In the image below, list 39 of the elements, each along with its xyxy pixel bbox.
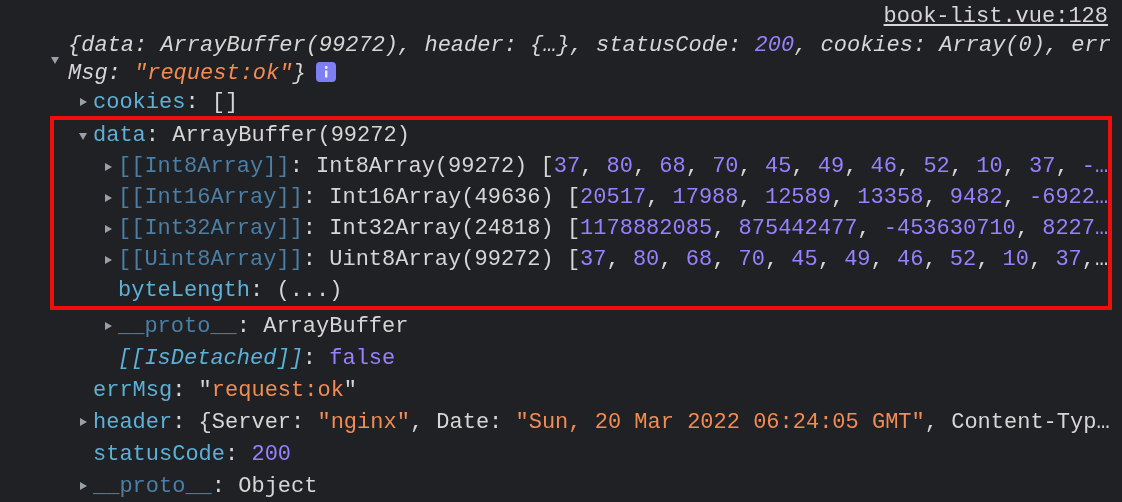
property-value: : Object xyxy=(211,473,318,499)
console-message: {data: ArrayBuffer(99272), header: {…}, statusCode: 200, cookies: Array(0), errMsg: "request:ok"} xyxy=(68,32,1112,88)
property-value: : {Server: "nginx", Date: "Sun, 20 Mar 2022 06:24:05 GMT", Content-Typ… xyxy=(172,409,1110,435)
expand-arrow-icon[interactable] xyxy=(103,254,113,265)
expand-arrow-icon[interactable] xyxy=(78,97,88,107)
property-value: : [] xyxy=(185,89,239,115)
property-value: : 200 xyxy=(225,441,292,467)
property-value: : ArrayBuffer xyxy=(236,313,409,339)
property-key: errMsg xyxy=(93,377,173,403)
expand-arrow-icon[interactable] xyxy=(103,321,113,331)
property-value: : false xyxy=(302,345,396,371)
property-value: : Uint8Array(99272) [37, 80, 68, 70, 45, 49, 46, 52, 10, 37,… xyxy=(302,247,1109,272)
expand-arrow-icon[interactable] xyxy=(50,55,60,65)
info-icon[interactable] xyxy=(315,62,336,82)
property-key: header xyxy=(93,409,173,435)
property-key: byteLength xyxy=(118,278,251,303)
property-value: : "request:ok" xyxy=(172,377,358,403)
expand-arrow-icon[interactable] xyxy=(103,161,113,172)
expand-arrow-icon[interactable] xyxy=(103,223,113,234)
property-key: [[Uint8Array]] xyxy=(118,247,303,272)
property-key: [[Int8Array]] xyxy=(118,154,290,179)
property-key: __proto__ xyxy=(93,473,212,499)
property-key: cookies xyxy=(93,89,186,115)
property-value: : (...) xyxy=(250,278,343,303)
property-key: [[Int16Array]] xyxy=(118,185,303,210)
property-value: : Int8Array(99272) [37, 80, 68, 70, 45, 49, 46, 52, 10, 37, -… xyxy=(289,154,1109,179)
source-link[interactable]: book-list.vue:128 xyxy=(883,4,1108,30)
expand-arrow-icon[interactable] xyxy=(103,192,113,203)
expand-arrow-icon[interactable] xyxy=(78,130,88,141)
property-key: [[Int32Array]] xyxy=(118,216,303,241)
property-key: __proto__ xyxy=(118,313,237,339)
expand-arrow-icon[interactable] xyxy=(78,417,88,427)
property-value: : ArrayBuffer(99272) xyxy=(145,123,410,148)
property-key: data xyxy=(93,123,146,148)
property-value: : Int16Array(49636) [20517, 17988, 12589, 13358, 9482, -6922… xyxy=(302,185,1109,210)
property-key: statusCode xyxy=(93,441,226,467)
expand-arrow-icon[interactable] xyxy=(78,481,88,491)
property-value: : Int32Array(24818) [1178882085, 875442477, -453630710, 8227… xyxy=(302,216,1109,241)
property-key: [[IsDetached]] xyxy=(118,345,303,371)
